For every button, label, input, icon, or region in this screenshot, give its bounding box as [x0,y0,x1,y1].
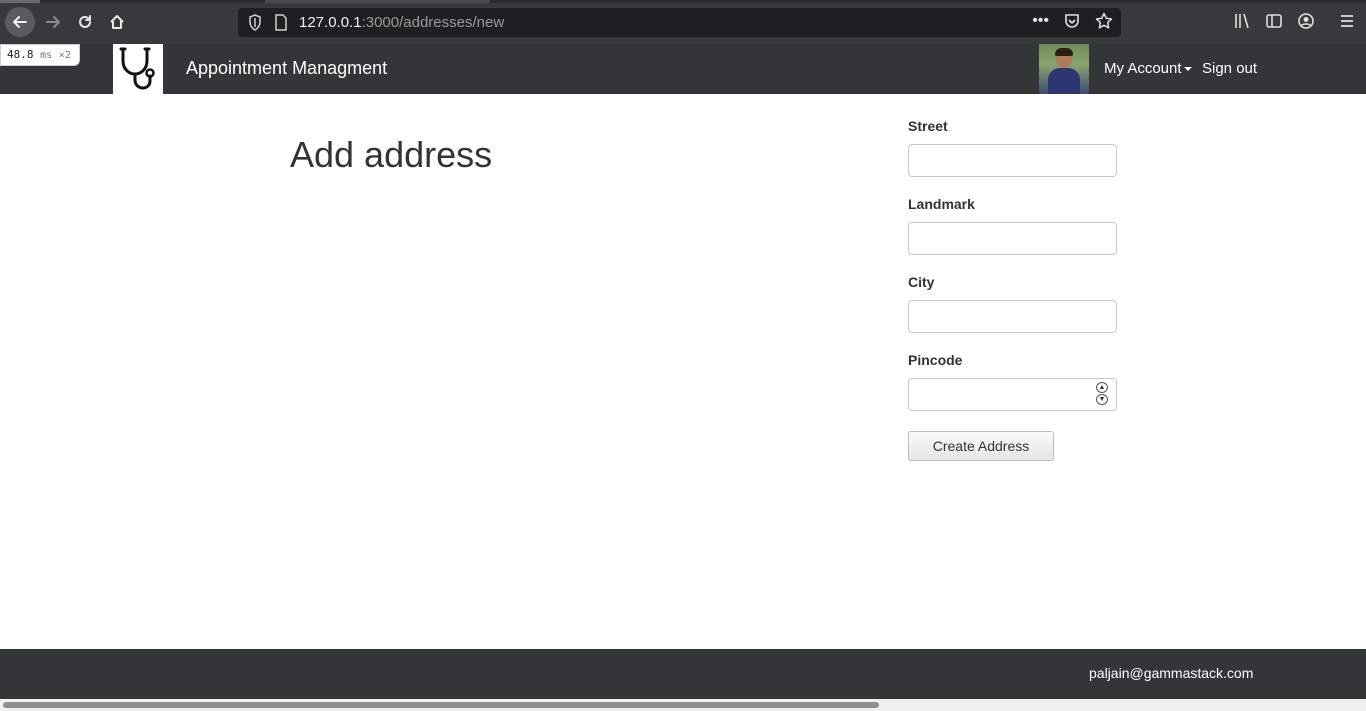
sidebar-icon[interactable] [1265,12,1283,30]
url-host: 127.0.0.1 [299,14,362,31]
pincode-stepper[interactable]: ▲ ▼ [1096,382,1108,406]
library-icon[interactable] [1233,12,1251,30]
home-icon [110,15,124,29]
pocket-icon[interactable] [1063,12,1081,30]
horizontal-scrollbar[interactable] [0,699,1366,711]
browser-toolbar: 127.0.0.1:3000/addresses/new ••• [0,0,1366,44]
pincode-label: Pincode [908,352,963,368]
page-title: Add address [290,134,493,175]
perf-value: 48.8 [7,48,34,61]
page-icon [275,14,287,31]
pincode-input[interactable] [908,378,1117,411]
create-address-button[interactable]: Create Address [908,431,1054,461]
back-button[interactable] [5,7,35,37]
url-bar[interactable]: 127.0.0.1:3000/addresses/new ••• [238,8,1121,37]
street-label: Street [908,118,948,134]
perf-unit: ms [40,50,53,61]
address-form: Street Landmark City Pincode ▲ ▼ Create … [908,118,1118,461]
star-icon[interactable] [1095,12,1113,30]
street-input[interactable] [908,144,1117,177]
more-icon[interactable]: ••• [1032,12,1049,30]
url-path: :3000/addresses/new [361,14,505,31]
shield-icon[interactable] [248,14,262,31]
sign-out-link[interactable]: Sign out [1202,60,1257,77]
caret-down-icon [1183,67,1192,72]
logo[interactable] [113,44,163,94]
scrollbar-thumb[interactable] [3,702,879,708]
avatar[interactable] [1039,44,1089,94]
footer: paljain@gammastack.com [0,649,1366,699]
city-input[interactable] [908,300,1117,333]
avatar-body [1048,68,1080,94]
avatar-hair [1055,48,1073,56]
url-actions: ••• [1032,12,1113,30]
chevron-down-icon[interactable]: ▼ [1096,394,1108,405]
landmark-input[interactable] [908,222,1117,255]
url-text[interactable]: 127.0.0.1:3000/addresses/new [299,14,504,31]
active-tab-indicator [0,0,40,3]
pincode-wrapper: ▲ ▼ [908,378,1117,411]
my-account-label: My Account [1104,60,1182,77]
perf-count: ×2 [58,50,71,61]
menu-icon[interactable] [1338,12,1356,30]
tab-strip [0,0,1366,3]
arrow-left-icon [13,16,27,28]
perf-badge: 48.8 ms ×2 [0,44,80,66]
app-navbar: Appointment Managment My Account Sign ou… [0,44,1366,94]
landmark-label: Landmark [908,196,975,212]
background-tab[interactable] [265,0,490,3]
footer-email: paljain@gammastack.com [1089,665,1254,681]
reload-icon [79,15,91,28]
stethoscope-icon [119,47,155,90]
account-icon[interactable] [1297,12,1315,30]
forward-button[interactable] [38,7,68,37]
reload-button[interactable] [70,7,100,37]
arrow-right-icon [46,16,60,28]
home-button[interactable] [102,7,132,37]
chevron-up-icon[interactable]: ▲ [1096,382,1108,393]
city-label: City [908,274,935,290]
brand-link[interactable]: Appointment Managment [186,58,387,79]
my-account-dropdown[interactable]: My Account [1104,60,1192,77]
